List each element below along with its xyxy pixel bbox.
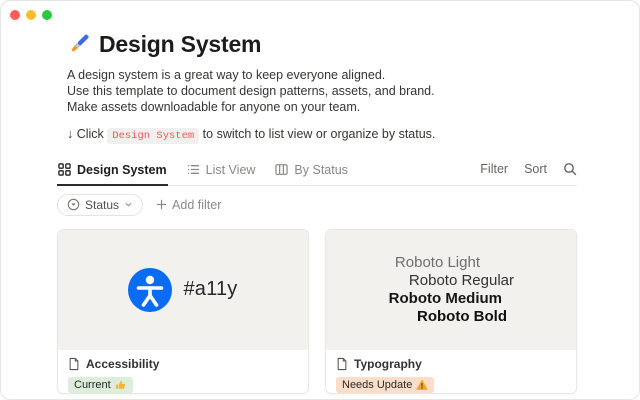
minimize-window-button[interactable] xyxy=(26,10,36,20)
app-window: Design System A design system is a great… xyxy=(0,0,640,400)
tip-line: ↓ Click Design System to switch to list … xyxy=(57,126,577,145)
specimen-line-medium: Roboto Medium xyxy=(389,290,502,308)
specimen-line-light: Roboto Light xyxy=(395,254,480,272)
search-button[interactable] xyxy=(563,162,577,176)
page-title: Design System xyxy=(99,31,261,58)
inline-code-chip: Design System xyxy=(107,128,199,144)
card-title-row: Typography xyxy=(336,357,566,371)
description-line: Make assets downloadable for anyone on y… xyxy=(67,99,577,115)
status-chip-label: Status xyxy=(85,198,119,212)
view-tab-bar: Design System List View xyxy=(57,159,577,186)
status-tag-current: Current xyxy=(68,377,133,393)
chevron-down-icon xyxy=(124,200,133,209)
card-footer: Typography Needs Update xyxy=(326,350,576,394)
tab-label: List View xyxy=(206,163,256,177)
zoom-window-button[interactable] xyxy=(42,10,52,20)
close-window-button[interactable] xyxy=(10,10,20,20)
board-view-icon xyxy=(275,163,288,176)
card-footer: Accessibility Current xyxy=(58,350,308,394)
card-title: Typography xyxy=(354,357,422,371)
page-icon xyxy=(68,357,80,371)
a11y-cover-text: #a11y xyxy=(183,278,237,301)
list-view-icon xyxy=(187,163,200,176)
view-tabs: Design System List View xyxy=(57,159,349,185)
tab-list-view[interactable]: List View xyxy=(186,159,257,185)
page-description: A design system is a great way to keep e… xyxy=(57,67,577,116)
magnifying-glass-icon xyxy=(563,162,577,176)
thumbs-up-icon xyxy=(115,379,127,391)
page-header: Design System xyxy=(57,31,577,58)
status-tag-needs-update: Needs Update xyxy=(336,377,434,393)
tab-label: By Status xyxy=(294,163,348,177)
view-actions: Filter Sort xyxy=(480,162,577,185)
plus-icon xyxy=(156,199,167,210)
tip-prefix: ↓ Click xyxy=(67,127,107,141)
tip-suffix: to switch to list view or organize by st… xyxy=(199,127,435,141)
card-title-row: Accessibility xyxy=(68,357,298,371)
card-title: Accessibility xyxy=(86,357,159,371)
description-line: Use this template to document design pat… xyxy=(67,83,577,99)
add-filter-label: Add filter xyxy=(172,198,221,212)
typography-card-cover: Roboto Light Roboto Regular Roboto Mediu… xyxy=(326,230,576,350)
sort-button[interactable]: Sort xyxy=(524,162,547,176)
specimen-line-regular: Roboto Regular xyxy=(409,272,514,290)
filter-button[interactable]: Filter xyxy=(480,162,508,176)
card-typography[interactable]: Roboto Light Roboto Regular Roboto Mediu… xyxy=(325,229,577,394)
warning-icon xyxy=(416,379,428,391)
accessibility-card-cover: #a11y xyxy=(58,230,308,350)
status-property-icon xyxy=(67,198,80,211)
filter-bar: Status Add filter xyxy=(57,194,577,216)
description-line: A design system is a great way to keep e… xyxy=(67,67,577,83)
card-accessibility[interactable]: #a11y Accessibility Current xyxy=(57,229,309,394)
gallery-view-icon xyxy=(58,163,71,176)
page-icon xyxy=(336,357,348,371)
window-controls xyxy=(10,10,52,20)
add-filter-button[interactable]: Add filter xyxy=(156,198,221,212)
paintbrush-icon xyxy=(67,33,90,56)
status-tag-label: Current xyxy=(74,379,111,391)
gallery-view: #a11y Accessibility Current xyxy=(57,229,577,394)
tab-by-status[interactable]: By Status xyxy=(274,159,349,185)
specimen-line-bold: Roboto Bold xyxy=(417,308,507,326)
accessibility-icon xyxy=(128,268,172,312)
tab-design-system[interactable]: Design System xyxy=(57,159,168,186)
status-tag-label: Needs Update xyxy=(342,379,412,391)
tab-label: Design System xyxy=(77,163,167,177)
status-filter-chip[interactable]: Status xyxy=(57,194,143,216)
